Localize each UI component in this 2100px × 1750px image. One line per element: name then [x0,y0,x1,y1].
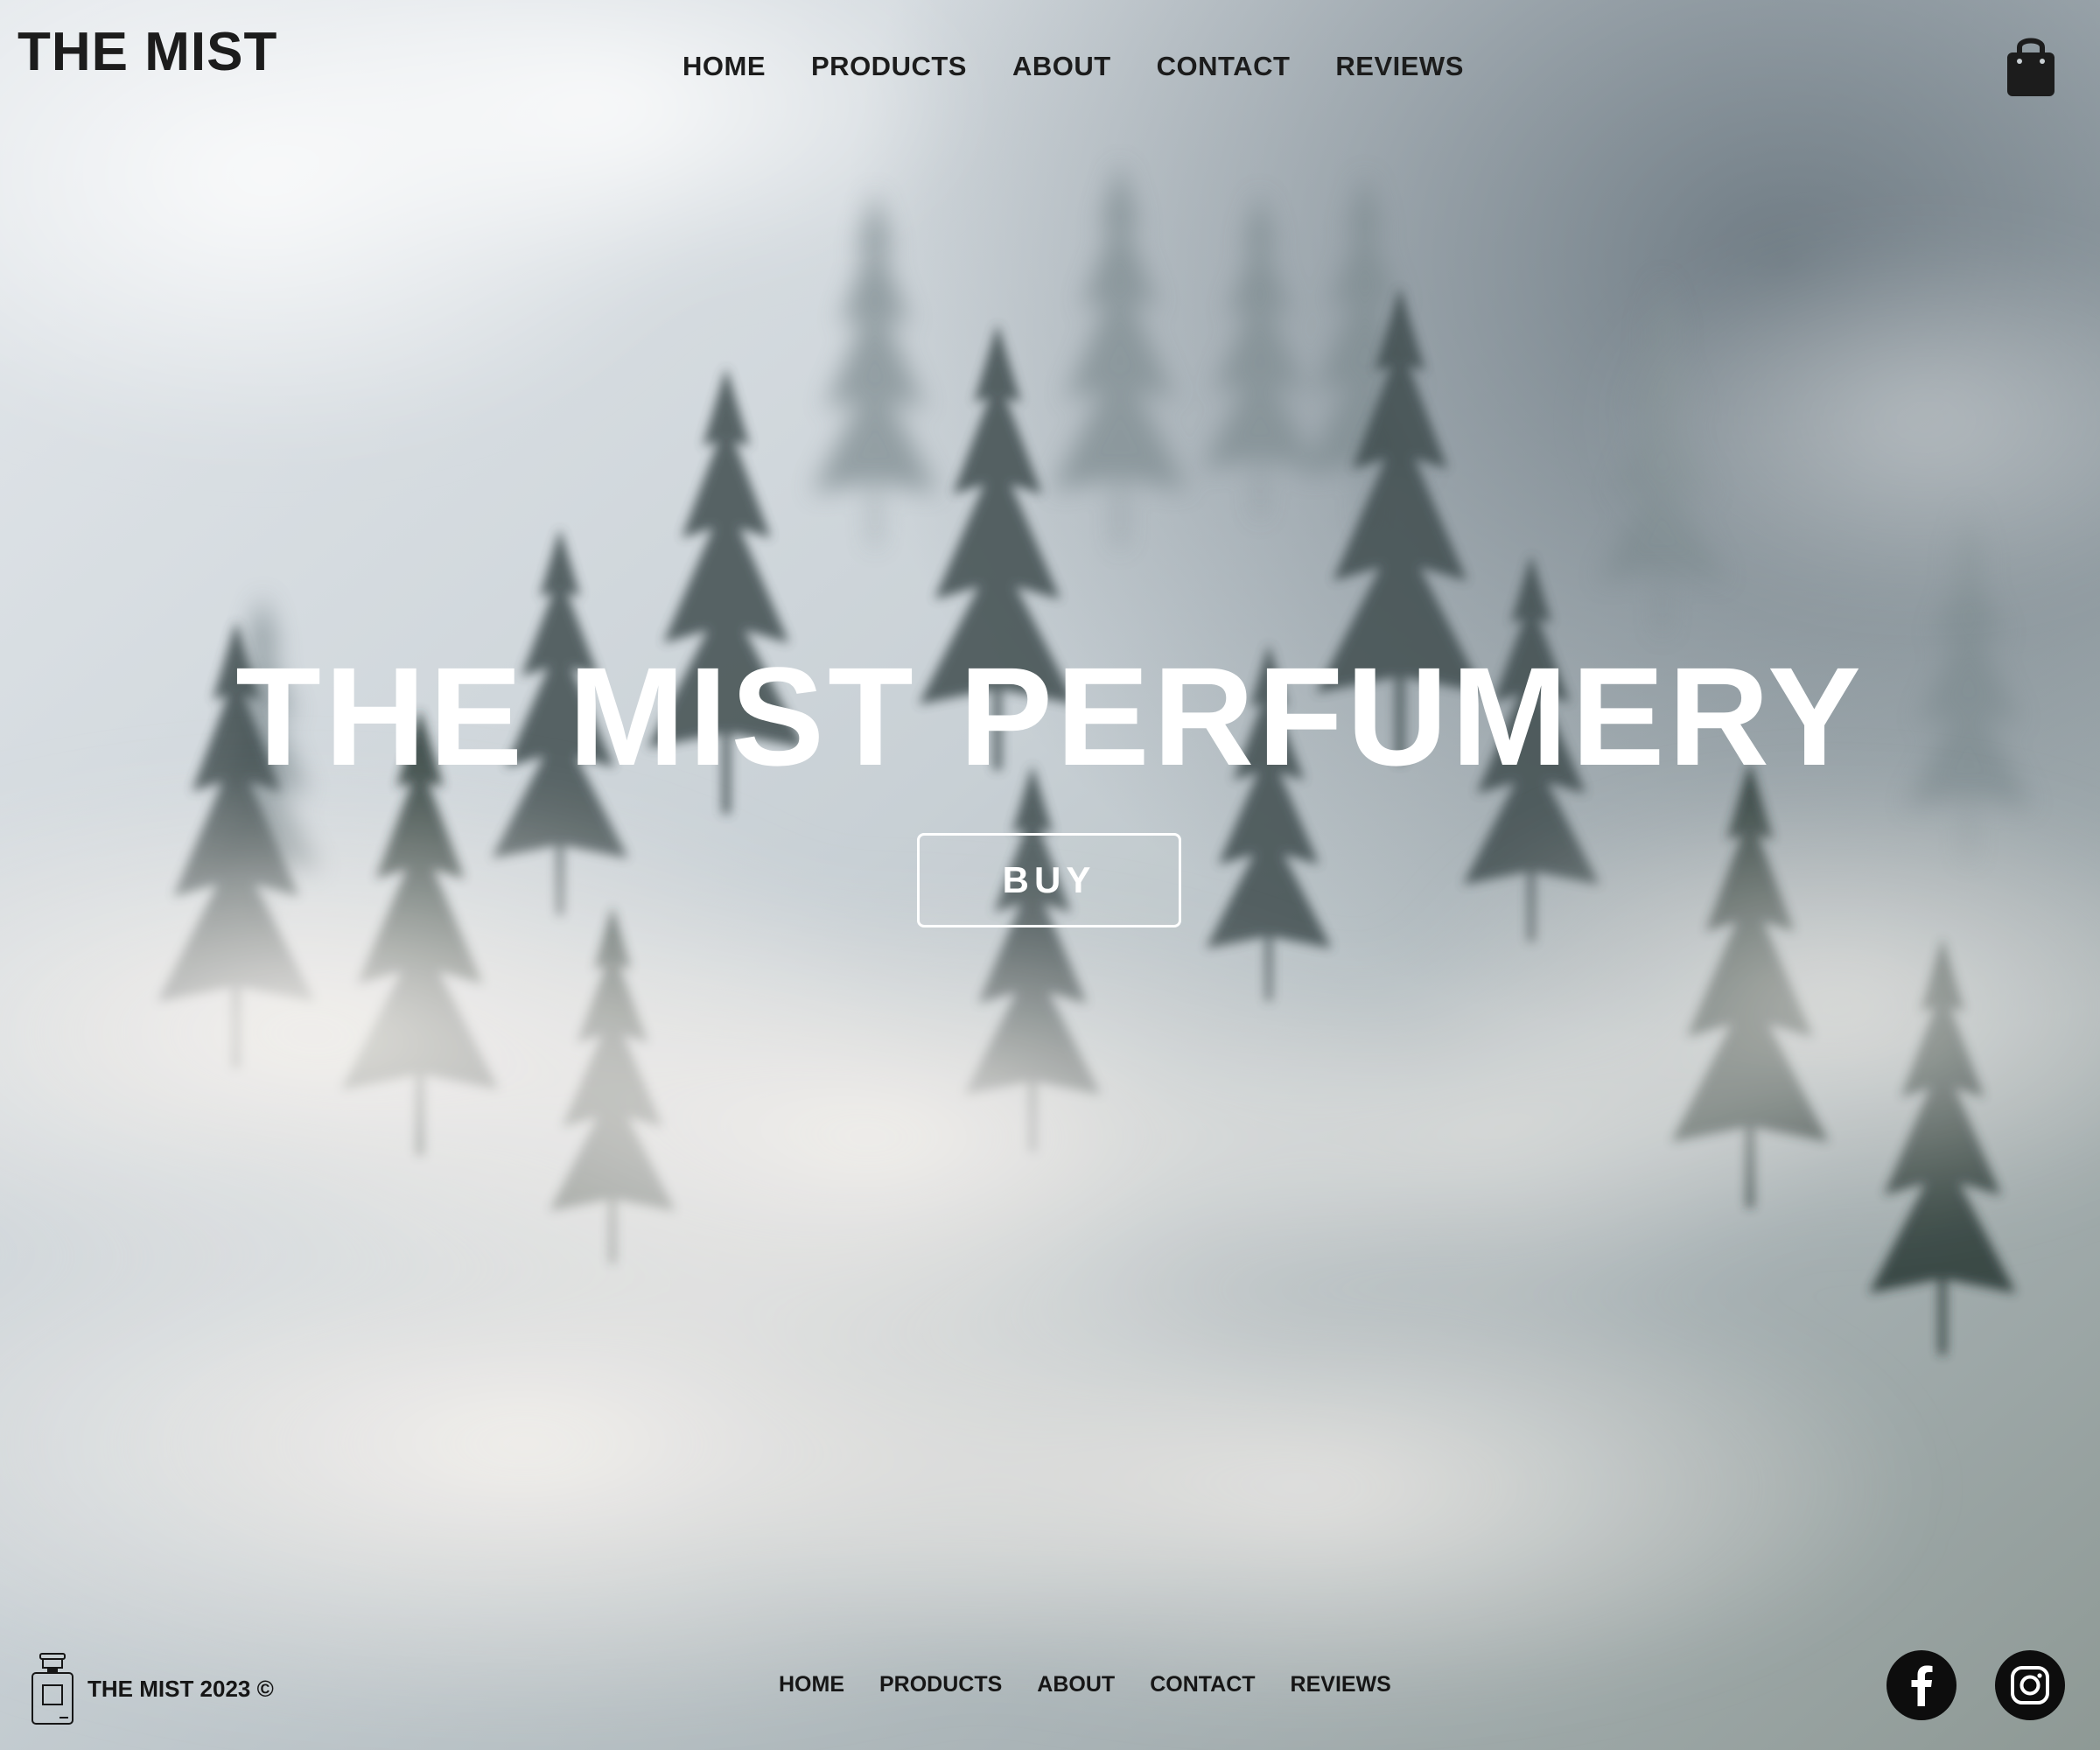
footer-nav-contact[interactable]: CONTACT [1150,1668,1255,1701]
facebook-icon[interactable] [1886,1650,1956,1720]
site-logo[interactable]: THE MIST [18,19,277,86]
nav-reviews[interactable]: REVIEWS [1335,47,1463,86]
instagram-icon[interactable] [1995,1650,2065,1720]
perfume-bottle-icon [30,1652,75,1726]
nav-about[interactable]: ABOUT [1012,47,1111,86]
footer-nav: HOME PRODUCTS ABOUT CONTACT REVIEWS [779,1668,1391,1701]
nav-home[interactable]: HOME [682,47,766,86]
footer-nav-reviews[interactable]: REVIEWS [1291,1668,1391,1701]
shopping-bag-icon[interactable] [2004,33,2058,98]
nav-products[interactable]: PRODUCTS [811,47,967,86]
footer-nav-products[interactable]: PRODUCTS [879,1668,1002,1701]
hero-title: THE MIST PERFUMERY [235,638,1865,794]
main-nav: HOME PRODUCTS ABOUT CONTACT REVIEWS [682,47,1464,86]
buy-button[interactable]: BUY [917,833,1181,928]
page: THE MIST HOME PRODUCTS ABOUT CONTACT REV… [0,0,2100,1750]
nav-contact[interactable]: CONTACT [1157,47,1291,86]
footer-copyright: THE MIST 2023 © [88,1676,274,1702]
footer-nav-home[interactable]: HOME [779,1668,844,1701]
footer-nav-about[interactable]: ABOUT [1037,1668,1115,1701]
